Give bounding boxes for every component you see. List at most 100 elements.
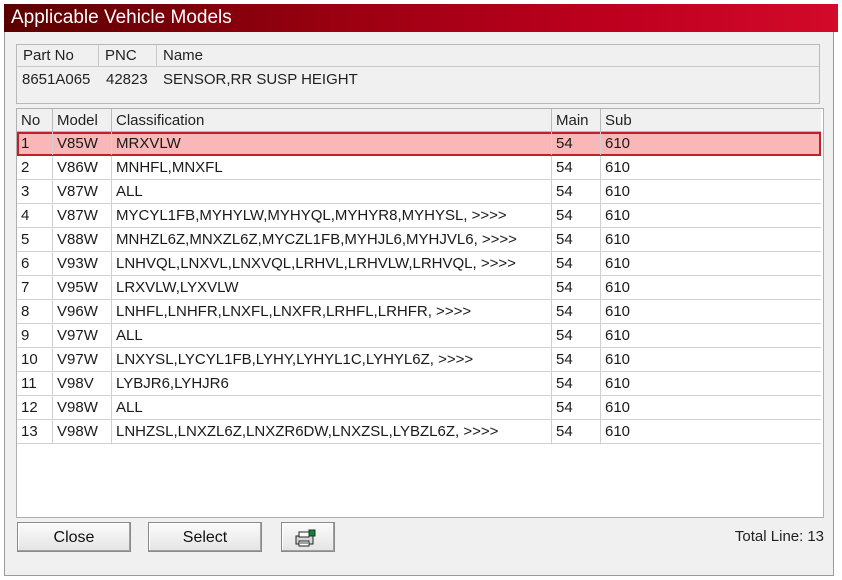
cell-main: 54: [552, 132, 601, 155]
cell-no: 9: [17, 324, 53, 347]
table-row[interactable]: 10 V97W LNXYSL,LYCYL1FB,LYHY,LYHYL1C,LYHYL…: [17, 348, 821, 372]
column-header-no[interactable]: No: [17, 109, 53, 131]
cell-sub: 610: [605, 159, 631, 176]
cell-main: 54: [552, 396, 601, 419]
table-row[interactable]: 12 V98W ALL 54 610: [17, 396, 821, 420]
cell-no: 12: [17, 396, 53, 419]
column-header-model[interactable]: Model: [53, 109, 112, 131]
cell-sub: 610: [605, 183, 631, 200]
cell-classification: MRXVLW: [112, 132, 552, 155]
cell-classification: LRXVLW,LYXVLW: [112, 276, 552, 299]
cell-classification: MYCYL1FB,MYHYLW,MYHYQL,MYHYR8,MYHYSL, >>…: [112, 204, 552, 227]
cell-no: 7: [17, 276, 53, 299]
cell-model: V86W: [53, 156, 112, 179]
cell-classification: ALL: [112, 180, 552, 203]
print-button[interactable]: [281, 522, 335, 552]
cell-sub: 610: [605, 135, 631, 152]
cell-sub: 610: [605, 399, 631, 416]
cell-sub: 610: [605, 303, 631, 320]
cell-no: 5: [17, 228, 53, 251]
cell-main: 54: [552, 180, 601, 203]
total-line-label: Total Line:: [734, 528, 804, 545]
cell-no: 1: [17, 132, 53, 155]
cell-model: V98V: [53, 372, 112, 395]
cell-main: 54: [552, 420, 601, 443]
column-header-sub[interactable]: Sub: [601, 109, 821, 131]
cell-sub: 610: [605, 231, 631, 248]
cell-model: V85W: [53, 132, 112, 155]
cell-main: 54: [552, 300, 601, 323]
pnc-header: PNC: [99, 45, 157, 66]
window-title: Applicable Vehicle Models: [11, 7, 232, 28]
cell-classification: MNHZL6Z,MNXZL6Z,MYCZL1FB,MYHJL6,MYHJVL6,…: [112, 228, 552, 251]
cell-no: 13: [17, 420, 53, 443]
cell-main: 54: [552, 252, 601, 275]
cell-sub: 610: [605, 351, 631, 368]
table-row[interactable]: 6 V93W LNHVQL,LNXVL,LNXVQL,LRHVL,LRHVLW,LR…: [17, 252, 821, 276]
cell-model: V97W: [53, 324, 112, 347]
table-row[interactable]: 9 V97W ALL 54 610: [17, 324, 821, 348]
cell-sub: 610: [605, 207, 631, 224]
part-info-panel: Part No PNC Name 8651A065 42823 SENSOR,R…: [16, 44, 820, 104]
cell-model: V87W: [53, 180, 112, 203]
table-row[interactable]: 5 V88W MNHZL6Z,MNXZL6Z,MYCZL1FB,MYHJL6,MYH…: [17, 228, 821, 252]
part-no-header: Part No: [17, 45, 99, 66]
cell-model: V96W: [53, 300, 112, 323]
part-no-value: 8651A065: [22, 71, 91, 88]
cell-main: 54: [552, 156, 601, 179]
vehicle-models-table[interactable]: No Model Classification Main Sub 1 V85W MR…: [16, 108, 824, 518]
table-row[interactable]: 4 V87W MYCYL1FB,MYHYLW,MYHYQL,MYHYR8,MYHYS…: [17, 204, 821, 228]
pnc-value: 42823: [106, 71, 148, 88]
cell-no: 2: [17, 156, 53, 179]
cell-classification: LNHFL,LNHFR,LNXFL,LNXFR,LRHFL,LRHFR, >>>…: [112, 300, 552, 323]
cell-classification: LNHZSL,LNXZL6Z,LNXZR6DW,LNXZSL,LYBZL6Z, …: [112, 420, 552, 443]
cell-model: V98W: [53, 420, 112, 443]
table-row[interactable]: 13 V98W LNHZSL,LNXZL6Z,LNXZR6DW,LNXZSL,LYB…: [17, 420, 821, 444]
cell-sub: 610: [605, 255, 631, 272]
select-button[interactable]: Select: [148, 522, 262, 552]
name-header: Name: [163, 47, 204, 64]
table-header: No Model Classification Main Sub: [17, 109, 821, 132]
total-line-counter: Total Line: 13: [735, 528, 824, 545]
cell-main: 54: [552, 276, 601, 299]
table-row[interactable]: 11 V98V LYBJR6,LYHJR6 54 610: [17, 372, 821, 396]
cell-no: 3: [17, 180, 53, 203]
table-row[interactable]: 7 V95W LRXVLW,LYXVLW 54 610: [17, 276, 821, 300]
cell-sub: 610: [605, 279, 631, 296]
cell-no: 11: [17, 372, 53, 395]
table-row[interactable]: 1 V85W MRXVLW 54 610: [17, 132, 821, 156]
cell-model: V98W: [53, 396, 112, 419]
cell-no: 8: [17, 300, 53, 323]
cell-classification: MNHFL,MNXFL: [112, 156, 552, 179]
cell-no: 6: [17, 252, 53, 275]
cell-main: 54: [552, 372, 601, 395]
cell-no: 10: [17, 348, 53, 371]
cell-model: V93W: [53, 252, 112, 275]
total-line-value: 13: [807, 528, 824, 545]
cell-main: 54: [552, 348, 601, 371]
cell-main: 54: [552, 204, 601, 227]
cell-main: 54: [552, 228, 601, 251]
cell-classification: LNXYSL,LYCYL1FB,LYHY,LYHYL1C,LYHYL6Z, >>…: [112, 348, 552, 371]
table-row[interactable]: 3 V87W ALL 54 610: [17, 180, 821, 204]
cell-classification: ALL: [112, 396, 552, 419]
table-row[interactable]: 8 V96W LNHFL,LNHFR,LNXFL,LNXFR,LRHFL,LRHFR…: [17, 300, 821, 324]
column-header-classification[interactable]: Classification: [112, 109, 552, 131]
printer-icon: [295, 529, 316, 547]
table-row[interactable]: 2 V86W MNHFL,MNXFL 54 610: [17, 156, 821, 180]
cell-model: V95W: [53, 276, 112, 299]
cell-no: 4: [17, 204, 53, 227]
close-button[interactable]: Close: [17, 522, 131, 552]
cell-sub: 610: [605, 423, 631, 440]
column-header-main[interactable]: Main: [552, 109, 601, 131]
cell-classification: LYBJR6,LYHJR6: [112, 372, 552, 395]
cell-classification: LNHVQL,LNXVL,LNXVQL,LRHVL,LRHVLW,LRHVQL,…: [112, 252, 552, 275]
cell-classification: ALL: [112, 324, 552, 347]
cell-model: V97W: [53, 348, 112, 371]
cell-sub: 610: [605, 327, 631, 344]
cell-main: 54: [552, 324, 601, 347]
cell-sub: 610: [605, 375, 631, 392]
title-bar: Applicable Vehicle Models: [4, 4, 838, 32]
cell-model: V87W: [53, 204, 112, 227]
part-info-header: Part No PNC Name: [17, 45, 819, 67]
